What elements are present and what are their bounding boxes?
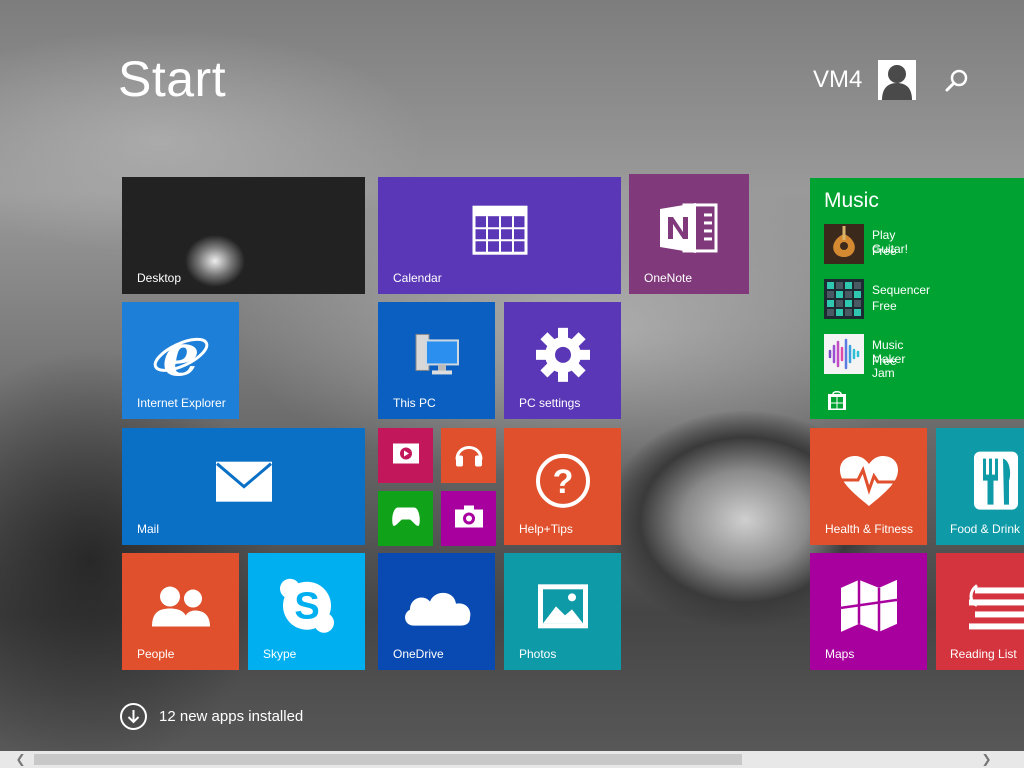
scroll-left-icon[interactable]: ❮ [12,751,29,768]
waveform-icon [824,334,864,374]
people-icon [149,584,213,633]
reading-list-icon [967,583,1024,634]
tile-label: PC settings [519,396,581,410]
tile-camera[interactable] [441,491,496,546]
onenote-icon [658,201,720,260]
svg-text:?: ? [552,462,573,500]
horizontal-scrollbar[interactable]: ❮ ❯ [0,751,1024,768]
tile-label: Desktop [137,271,182,285]
headphones-icon [454,439,484,472]
store-icon [826,389,848,416]
tile-health-fitness[interactable]: Health & Fitness [810,428,927,545]
search-icon[interactable] [944,68,970,94]
tile-maps[interactable]: Maps [810,553,927,670]
tile-label: Health & Fitness [825,522,914,536]
map-icon [839,577,899,638]
skype-icon: S [278,576,336,639]
tile-label: Reading List [950,647,1017,661]
music-tile-title: Music [824,189,879,212]
user-avatar-icon[interactable] [878,60,916,100]
guitar-icon [824,224,864,264]
tile-people[interactable]: People [122,553,239,670]
tile-calendar[interactable]: Calendar [378,177,621,294]
tile-label: Maps [825,647,855,661]
tile-mail[interactable]: Mail [122,428,365,545]
tile-desktop[interactable]: Desktop [122,177,365,294]
tile-music-player[interactable] [441,428,496,483]
scroll-thumb[interactable] [34,754,742,765]
question-mark-icon: ? [535,452,591,513]
heart-icon [838,453,900,512]
tile-onenote[interactable]: OneNote [629,174,749,294]
tile-label: Mail [137,522,160,536]
tile-onedrive[interactable]: OneDrive [378,553,495,670]
tile-reading-list[interactable]: Reading List [936,553,1024,670]
tile-this-pc[interactable]: This PC [378,302,495,419]
tile-label: Photos [519,647,557,661]
fork-knife-icon [973,450,1019,515]
tile-games[interactable] [378,491,433,546]
gear-icon [535,326,591,387]
calendar-icon [472,205,528,260]
tile-label: Skype [263,647,297,661]
game-controller-icon [391,505,421,532]
svg-text:e: e [162,326,199,382]
new-apps-text: 12 new apps installed [159,708,304,725]
tile-label: Calendar [393,271,442,285]
tile-skype[interactable]: S Skype [248,553,365,670]
tile-label: Food & Drink [950,522,1021,536]
tile-label: Internet Explorer [137,396,226,410]
tile-video[interactable] [378,428,433,483]
camera-icon [454,504,484,533]
tile-label: This PC [393,396,436,410]
tile-photos[interactable]: Photos [504,553,621,670]
tile-food-drink[interactable]: Food & Drink [936,428,1024,545]
computer-icon [412,332,462,383]
tile-pc-settings[interactable]: PC settings [504,302,621,419]
page-title: Start [118,51,227,107]
tile-help-tips[interactable]: ? Help+Tips [504,428,621,545]
tile-internet-explorer[interactable]: e Internet Explorer [122,302,239,419]
photo-icon [536,582,590,635]
svg-text:S: S [294,585,319,627]
scroll-right-icon[interactable]: ❯ [978,751,995,768]
sequencer-icon [824,279,864,319]
tile-label: OneNote [644,271,693,285]
cloud-icon [400,585,474,632]
video-icon [392,442,420,469]
tile-music[interactable]: Music Play Guitar! Free Sequencer Free M… [810,178,1024,419]
tile-label: People [137,647,175,661]
arrow-down-icon[interactable] [120,703,147,730]
user-name[interactable]: VM4 [813,66,862,94]
mail-icon [215,460,273,507]
tile-label: Help+Tips [519,522,573,536]
tile-label: OneDrive [393,647,444,661]
internet-explorer-icon: e [151,320,211,388]
